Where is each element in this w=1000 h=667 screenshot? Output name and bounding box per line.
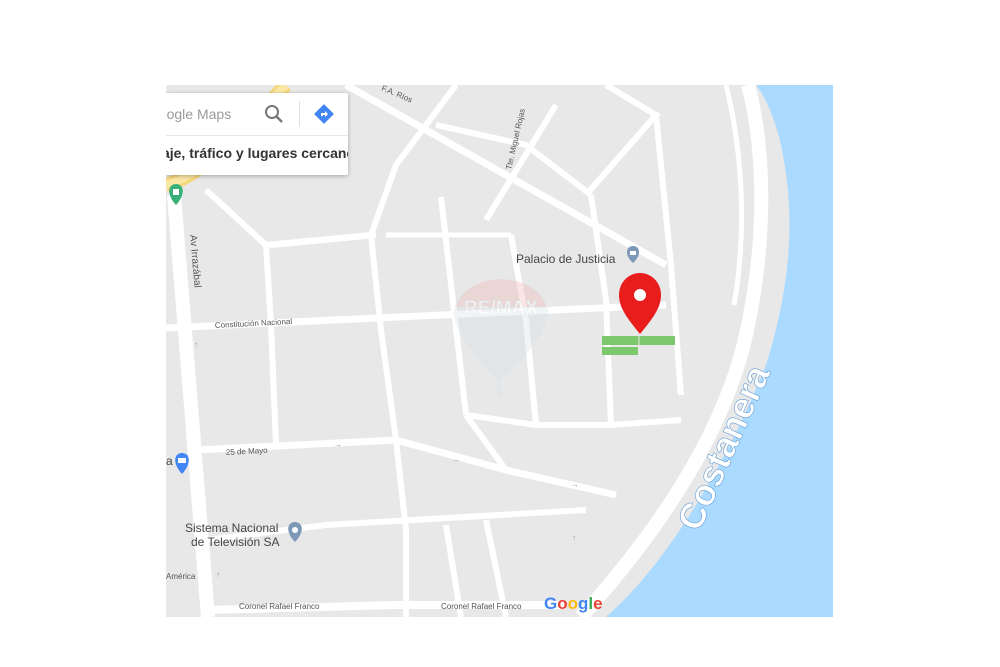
search-row (166, 93, 348, 136)
svg-text:→: → (334, 440, 342, 449)
poi-sistema-line2[interactable]: de Televisión SA (191, 535, 280, 549)
directions-icon (314, 104, 334, 124)
svg-text:↑: ↑ (572, 533, 576, 542)
svg-text:→: → (571, 480, 579, 489)
nearby-places-link[interactable]: Viaje, tráfico y lugares cercanos (166, 145, 348, 167)
search-input[interactable] (166, 104, 258, 124)
street-label-america: América (166, 572, 196, 581)
svg-text:↑: ↑ (216, 570, 220, 579)
search-panel: Viaje, tráfico y lugares cercanos (166, 93, 348, 175)
search-button[interactable] (262, 102, 286, 126)
watermark-text: RE/MAX (464, 298, 538, 319)
search-icon (265, 105, 283, 123)
poi-market-partial[interactable]: a (166, 454, 173, 468)
svg-text:↑: ↑ (194, 340, 198, 349)
street-label-coronel-franco: Coronel Rafael Franco (239, 602, 320, 611)
directions-button[interactable] (313, 103, 335, 125)
poi-palacio-de-justicia[interactable]: Palacio de Justicia (516, 252, 616, 266)
svg-text:→: → (452, 455, 460, 464)
divider (299, 101, 300, 127)
google-logo: Google (544, 594, 603, 613)
map-view[interactable]: RE/MAX Av Irrazábal Constitución Naciona… (166, 85, 833, 617)
lot-parcel (602, 347, 638, 355)
street-label-coronel-franco-2: Coronel Rafael Franco (441, 602, 522, 611)
poi-sistema-line1[interactable]: Sistema Nacional (185, 521, 278, 535)
